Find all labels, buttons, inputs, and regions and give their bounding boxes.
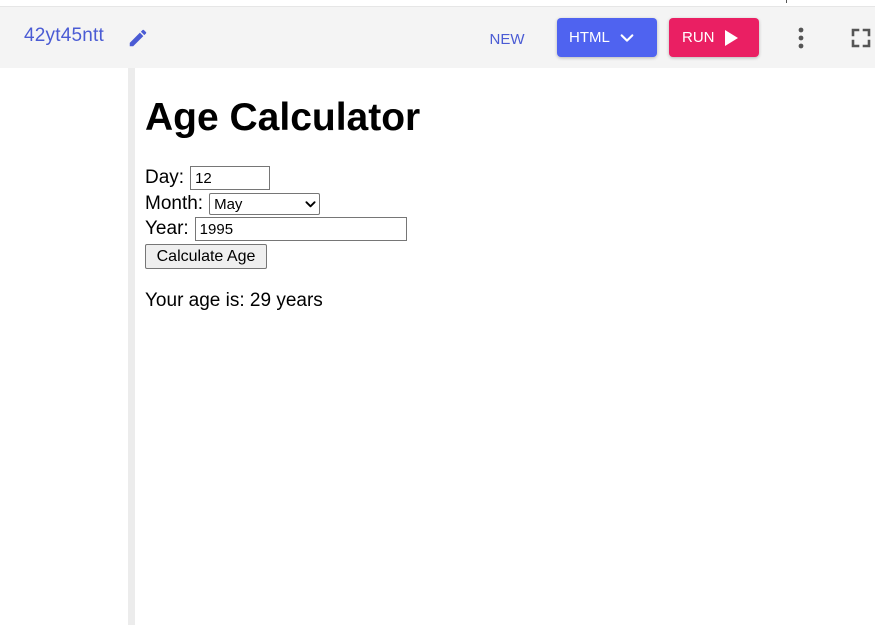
new-button[interactable]: NEW <box>480 26 534 52</box>
year-input[interactable] <box>194 217 407 241</box>
day-row: Day: <box>145 166 271 190</box>
page-title: Age Calculator <box>145 96 421 139</box>
cursor-mark <box>786 0 787 3</box>
run-button[interactable]: RUN <box>669 18 759 57</box>
pane-resize-handle[interactable] <box>128 68 135 625</box>
month-row: Month: May <box>145 193 321 215</box>
editor-pane[interactable] <box>0 68 128 625</box>
year-label: Year: <box>145 218 189 239</box>
language-label: HTML <box>569 29 610 46</box>
day-input[interactable] <box>190 166 271 190</box>
month-selected-value: May <box>214 195 243 213</box>
age-result: Your age is: 29 years <box>145 290 323 311</box>
toolbar: 42yt45ntt NEW HTML RUN <box>0 7 875 68</box>
preview-pane: Age Calculator Day: Month: May Year: Cal… <box>135 68 875 625</box>
language-dropdown-button[interactable]: HTML <box>557 18 657 57</box>
year-row: Year: <box>145 217 407 241</box>
chevron-down-icon <box>620 33 634 42</box>
pencil-icon[interactable] <box>127 27 149 49</box>
project-name[interactable]: 42yt45ntt <box>24 25 104 47</box>
play-icon <box>724 29 738 46</box>
vertical-dots-icon[interactable] <box>791 26 811 50</box>
day-label: Day: <box>145 167 185 188</box>
app-window: 42yt45ntt NEW HTML RUN Age Calculator Da… <box>0 0 875 625</box>
month-label: Month: <box>145 193 204 214</box>
run-label: RUN <box>682 29 715 46</box>
top-border <box>0 0 875 7</box>
month-select[interactable]: May <box>209 193 321 215</box>
calculate-age-button[interactable]: Calculate Age <box>145 244 267 269</box>
chevron-down-icon <box>305 200 316 207</box>
fullscreen-icon[interactable] <box>851 28 871 48</box>
